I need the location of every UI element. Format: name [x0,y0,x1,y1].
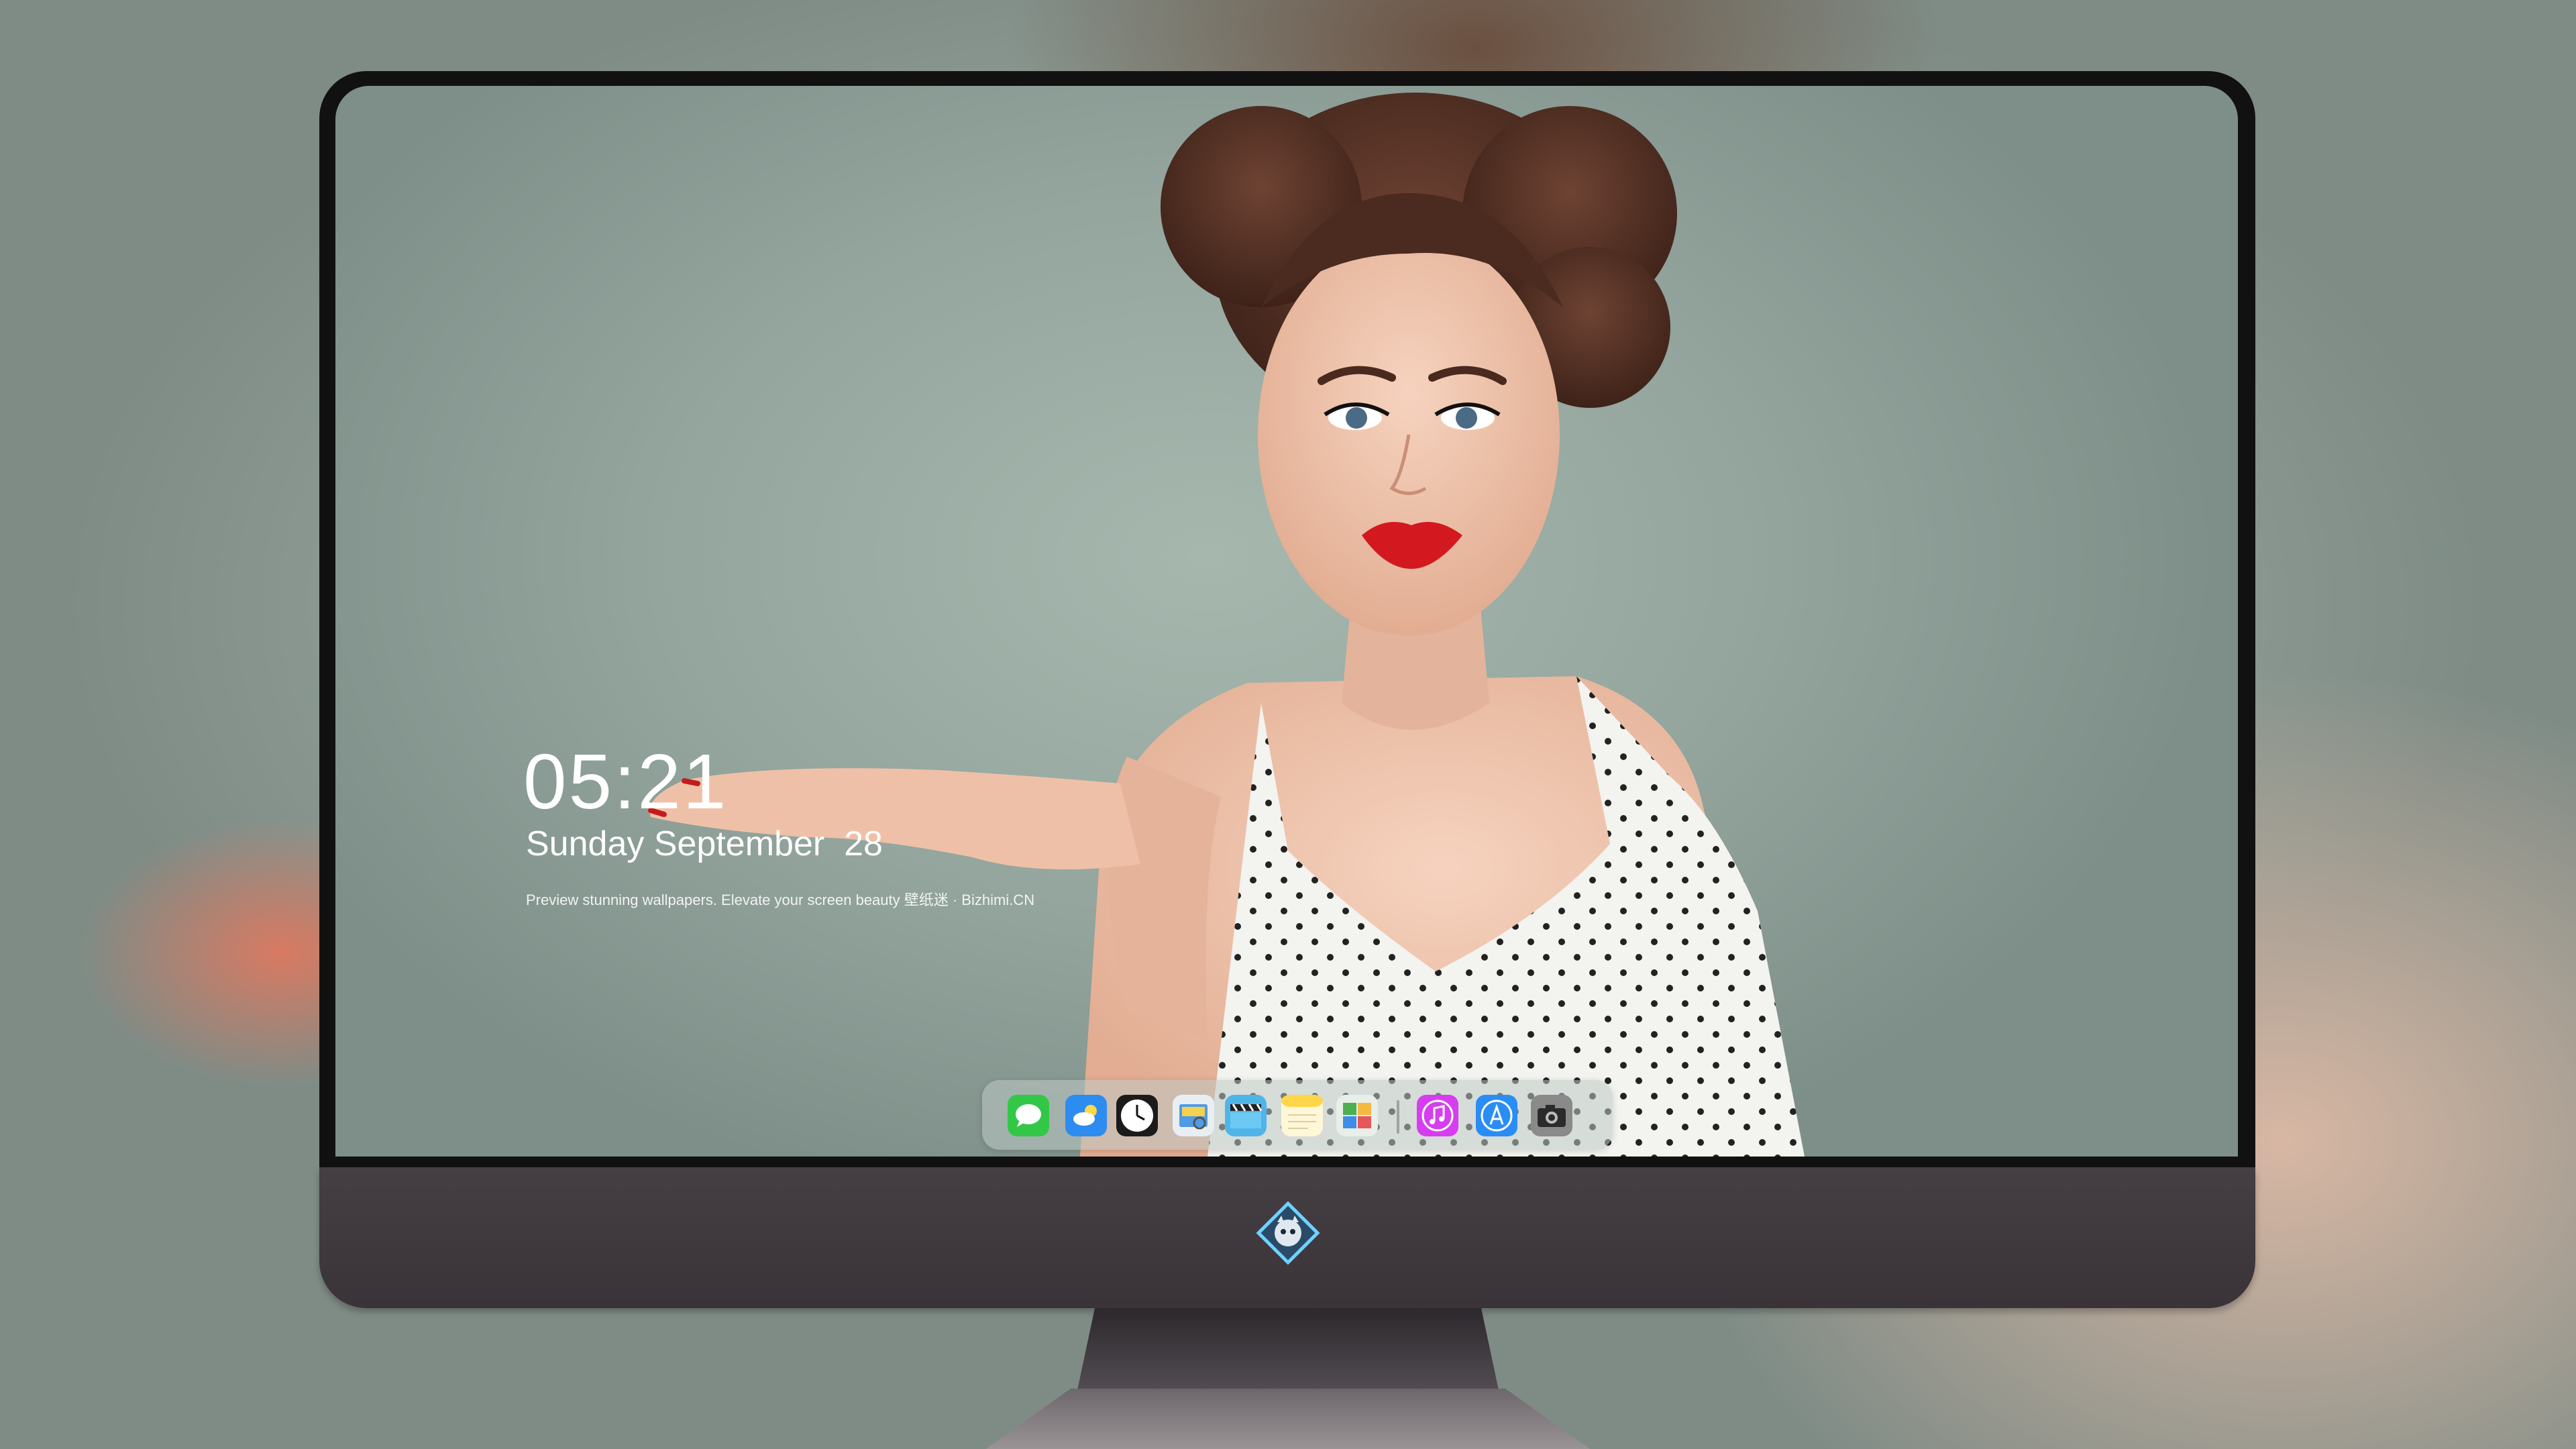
camera-icon[interactable] [1531,1095,1572,1136]
preview-icon[interactable] [1173,1095,1214,1136]
wallpaper-tagline: Preview stunning wallpapers. Elevate you… [526,892,1035,908]
lockscreen-time: 05:21 [523,738,729,825]
monitor-bezel: 05:21 Sunday September 28 Preview stunni… [319,71,2255,1171]
screen: 05:21 Sunday September 28 Preview stunni… [335,86,2238,1157]
weather-icon[interactable] [1065,1095,1107,1136]
monitor-stand-base [986,1389,1590,1449]
notes-icon[interactable] [1281,1095,1323,1136]
music-icon[interactable] [1417,1095,1458,1136]
photos-icon[interactable] [1336,1095,1378,1136]
wallpaper-woman-image [648,93,1805,1157]
messages-icon[interactable] [1008,1095,1049,1136]
mascot-logo-icon [1256,1201,1320,1265]
clapperboard-icon[interactable] [1225,1095,1267,1136]
clock-icon[interactable] [1116,1095,1158,1136]
lockscreen-date: Sunday September 28 [526,824,883,863]
app-store-icon[interactable] [1476,1095,1517,1136]
dock-separator [1397,1100,1399,1134]
dock [982,1080,1613,1150]
